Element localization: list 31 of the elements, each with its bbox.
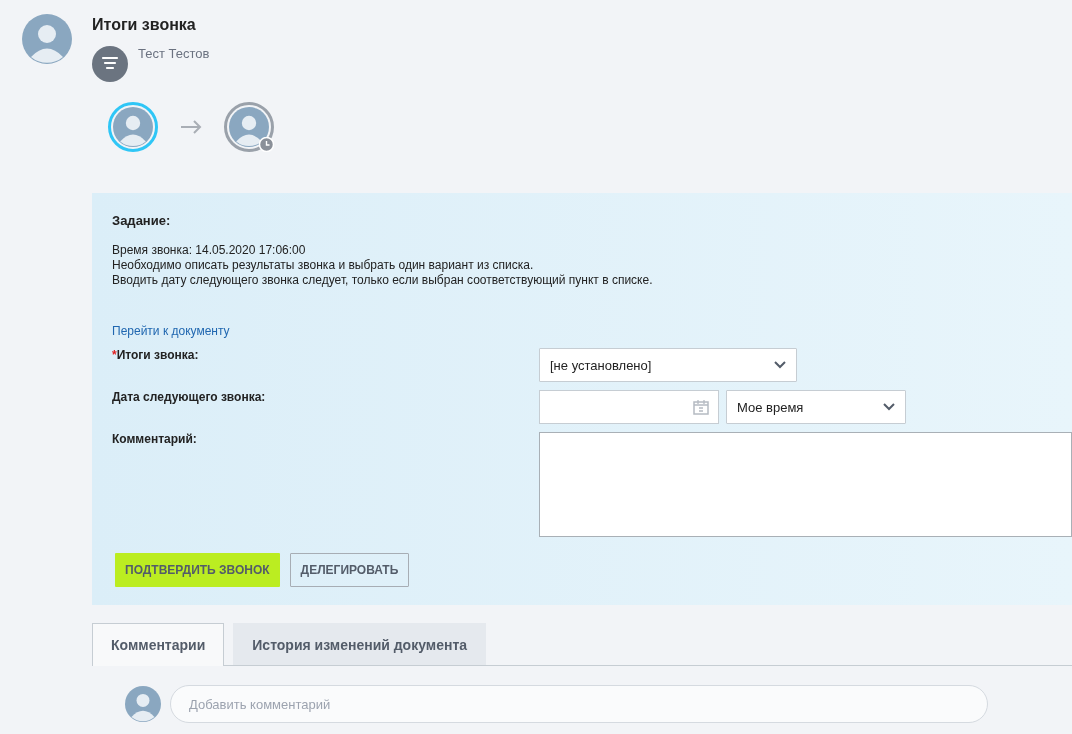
result-select[interactable]: [не установлено]	[539, 348, 797, 382]
comment-input[interactable]: Добавить комментарий	[170, 685, 988, 723]
avatar-silhouette-icon	[22, 14, 72, 64]
task-text: Необходимо описать результаты звонка и выбрать один вариант из списка.	[112, 258, 535, 273]
chevron-down-icon	[883, 403, 895, 411]
calendar-icon	[693, 399, 709, 415]
participant-avatar[interactable]	[224, 102, 274, 152]
participant-avatar[interactable]	[108, 102, 158, 152]
clock-icon	[259, 137, 274, 152]
avatar-silhouette-icon	[229, 107, 269, 147]
tab[interactable]: Комментарии	[92, 623, 225, 666]
field-label: Дата следующего звонка:	[112, 390, 267, 406]
author-name: Тест Тестов	[138, 46, 210, 61]
document-link[interactable]: Перейти к документу	[112, 324, 230, 338]
field-label: Комментарий:	[112, 432, 198, 448]
filter-icon[interactable]	[92, 46, 128, 82]
field-label: *Итоги звонка:	[112, 348, 200, 364]
tab[interactable]: История изменений документа	[233, 623, 487, 665]
avatar-silhouette-icon	[125, 686, 161, 722]
page-title: Итоги звонка	[92, 16, 197, 34]
date-field[interactable]	[539, 390, 719, 424]
avatar-silhouette-icon	[113, 107, 153, 147]
time-select[interactable]: Мое время	[726, 390, 906, 424]
confirm-button[interactable]: ПОДТВЕРДИТЬ ЗВОНОК	[115, 553, 280, 587]
comment-textarea[interactable]	[539, 432, 1072, 537]
arrow-icon	[180, 120, 202, 134]
chevron-down-icon	[774, 361, 786, 369]
task-text: Вводить дату следующего звонка следует, только если выбран соответствующий пункт в списке.	[112, 273, 654, 288]
delegate-button[interactable]: ДЕЛЕГИРОВАТЬ	[289, 553, 410, 587]
task-text: Время звонка: 14.05.2020 17:06:00	[112, 243, 307, 258]
task-heading: Задание:	[112, 213, 172, 228]
